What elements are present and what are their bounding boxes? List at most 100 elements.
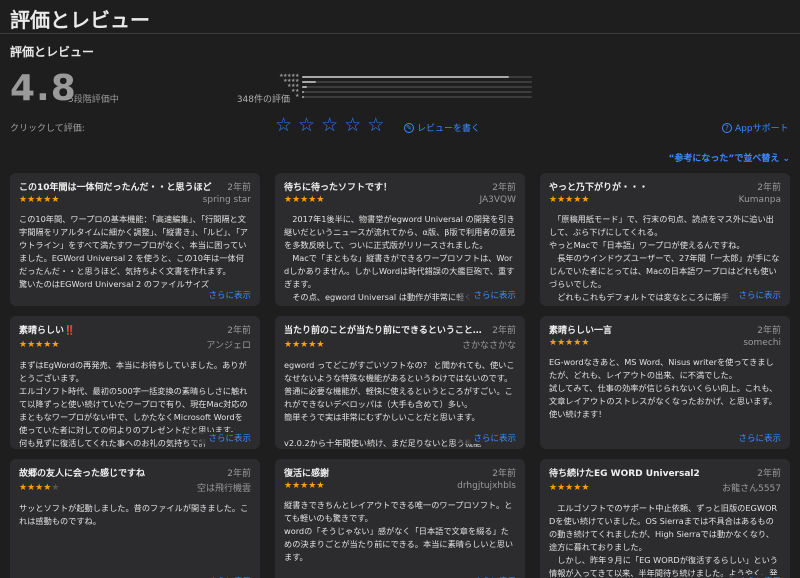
review-author: JA3VQW [479,195,516,205]
star-icon: ★ [316,195,325,205]
review-stars: ★★★★★ [549,195,589,205]
histogram-bar [302,75,532,78]
page-title: 評価とレビュー [10,8,150,32]
rate-star-icon[interactable]: ☆ [367,116,384,135]
review-card: やっと乃下がりが・・・ 2年前 ★★★★★ Kumanpa 「原稿用紙モード」で… [540,173,790,306]
review-card: 素晴らしい一言 2年前 ★★★★★ somechi EG-wordなきあと、MS… [540,316,790,449]
review-stars: ★★★★★ [284,481,324,491]
rate-star-icon[interactable]: ☆ [344,116,361,135]
write-review-button[interactable]: ✎ レビューを書く [404,121,480,134]
review-stars: ★★★★★ [19,195,59,205]
review-author: アンジェロ [206,341,251,351]
review-author: Kumanpa [738,195,781,205]
write-review-label: レビューを書く [417,124,481,134]
show-more-link[interactable]: さらに表示 [188,432,251,444]
review-title: 故郷の友人に会った感じですね [19,469,146,479]
star-icon: ★ [292,195,301,205]
review-card: 故郷の友人に会った感じですね 2年前 ★★★★★ 空は飛行機雲 サッとソフトが起… [10,459,260,578]
review-title: やっと乃下がりが・・・ [549,183,649,193]
review-author: somechi [743,338,781,348]
histogram-bar [302,80,532,83]
star-icon: ★ [549,195,558,205]
star-icon: ★ [581,482,590,493]
review-body: サッとソフトが起動しました。昔のファイルが開きました。これは感動ものですね。 [19,503,249,526]
star-icon: ★ [557,195,566,205]
rate-star-icon[interactable]: ☆ [321,116,338,135]
review-title: 素晴らしい一言 [549,326,613,336]
review-author: drhgjtujxhbls [457,481,516,491]
review-stars: ★★★★★ [19,483,59,493]
star-icon: ★ [557,338,566,348]
tap-to-rate-label: クリックして評価: [10,124,85,134]
app-support-label: Appサポート [735,124,789,134]
star-icon: ★ [51,195,60,205]
review-title: 当たり前のことが当たり前にできるということのすごさ [284,326,484,336]
review-date: 2年前 [227,326,251,336]
average-rating: 4.8 [10,68,77,109]
histogram-bar-fill [302,90,305,93]
review-date: 2年前 [757,326,781,336]
star-icon: ★ [27,482,36,493]
review-card: この10年間は一体何だったんだ・・と思うほど 2年前 ★★★★★ spring … [10,173,260,306]
review-date: 2年前 [227,183,251,193]
review-author: spring star [202,195,251,205]
star-icon: ★ [284,339,293,350]
star-icon: ★ [284,481,293,491]
star-icon: ★ [51,482,60,493]
question-icon: ? [722,122,732,133]
star-icon: ★ [557,482,566,493]
star-icon: ★ [581,195,590,205]
review-stars: ★★★★★ [549,338,589,348]
review-date: 2年前 [757,469,781,479]
review-card: 待ち続けたEG WORD Universal2 2年前 ★★★★★ お龍さん55… [540,459,790,578]
histogram-bar-fill [302,75,509,78]
review-card: 復活に感謝 2年前 ★★★★★ drhgjtujxhbls 縦書きできちんとレイ… [275,459,525,578]
review-card: 素晴らしい‼️ 2年前 ★★★★★ アンジェロ まずはEgWordの再発売、本当… [10,316,260,449]
star-icon: ★ [27,339,36,350]
star-icon: ★ [51,339,60,350]
histogram-stars: ★ [295,93,299,99]
review-title: 素晴らしい‼️ [19,326,76,336]
sort-menu[interactable]: “参考になった”で並べ替え ⌄ [668,151,790,164]
review-card: 当たり前のことが当たり前にできるということのすごさ 2年前 ★★★★★ さかなさ… [275,316,525,449]
review-date: 2年前 [492,183,516,193]
header-divider [0,33,800,34]
star-icon: ★ [581,338,590,348]
out-of-label: 5段階評価中 [68,95,119,105]
star-icon: ★ [19,482,28,493]
star-icon: ★ [19,195,28,205]
star-icon: ★ [316,481,325,491]
histogram-bar-fill [302,95,305,98]
pencil-icon: ✎ [404,122,414,133]
star-icon: ★ [549,338,558,348]
ratings-section-title: 評価とレビュー [10,45,95,59]
star-icon: ★ [284,195,293,205]
app-support-link[interactable]: ? Appサポート [722,121,789,134]
show-more-link[interactable]: さらに表示 [188,289,251,301]
show-more-link[interactable]: さらに表示 [718,289,781,301]
review-date: 2年前 [492,326,516,336]
star-icon: ★ [292,339,301,350]
star-icon: ★ [19,339,28,350]
review-date: 2年前 [492,469,516,479]
review-body: 縦書きできちんとレイアウトできる唯一のワープロソフト。とても軽いのも驚きです。 … [284,500,514,562]
review-author: さかなさかな [461,341,516,351]
review-title: この10年間は一体何だったんだ・・と思うほど [19,183,212,193]
review-title: 復活に感謝 [284,469,330,479]
histogram-row: ★ [277,94,532,99]
show-more-link[interactable]: さらに表示 [453,289,516,301]
review-title: 待ちに待ったソフトです！ [284,183,393,193]
review-date: 2年前 [227,469,251,479]
review-card: 待ちに待ったソフトです！ 2年前 ★★★★★ JA3VQW 2017年1後半に、… [275,173,525,306]
rate-star-icon[interactable]: ☆ [275,116,292,135]
review-stars: ★★★★★ [284,195,324,205]
show-more-link[interactable]: さらに表示 [718,432,781,444]
tap-to-rate-stars[interactable]: ☆ ☆ ☆ ☆ ☆ [275,116,384,135]
show-more-link[interactable]: さらに表示 [453,432,516,444]
rate-star-icon[interactable]: ☆ [298,116,315,135]
histogram-bar-fill [302,80,316,83]
review-author: お龍さん5557 [722,484,781,494]
review-date: 2年前 [757,183,781,193]
reviews-grid: この10年間は一体何だったんだ・・と思うほど 2年前 ★★★★★ spring … [10,173,790,578]
rating-histogram: ★★★★★ ★★★★ ★★★ ★★ ★ [277,74,532,99]
